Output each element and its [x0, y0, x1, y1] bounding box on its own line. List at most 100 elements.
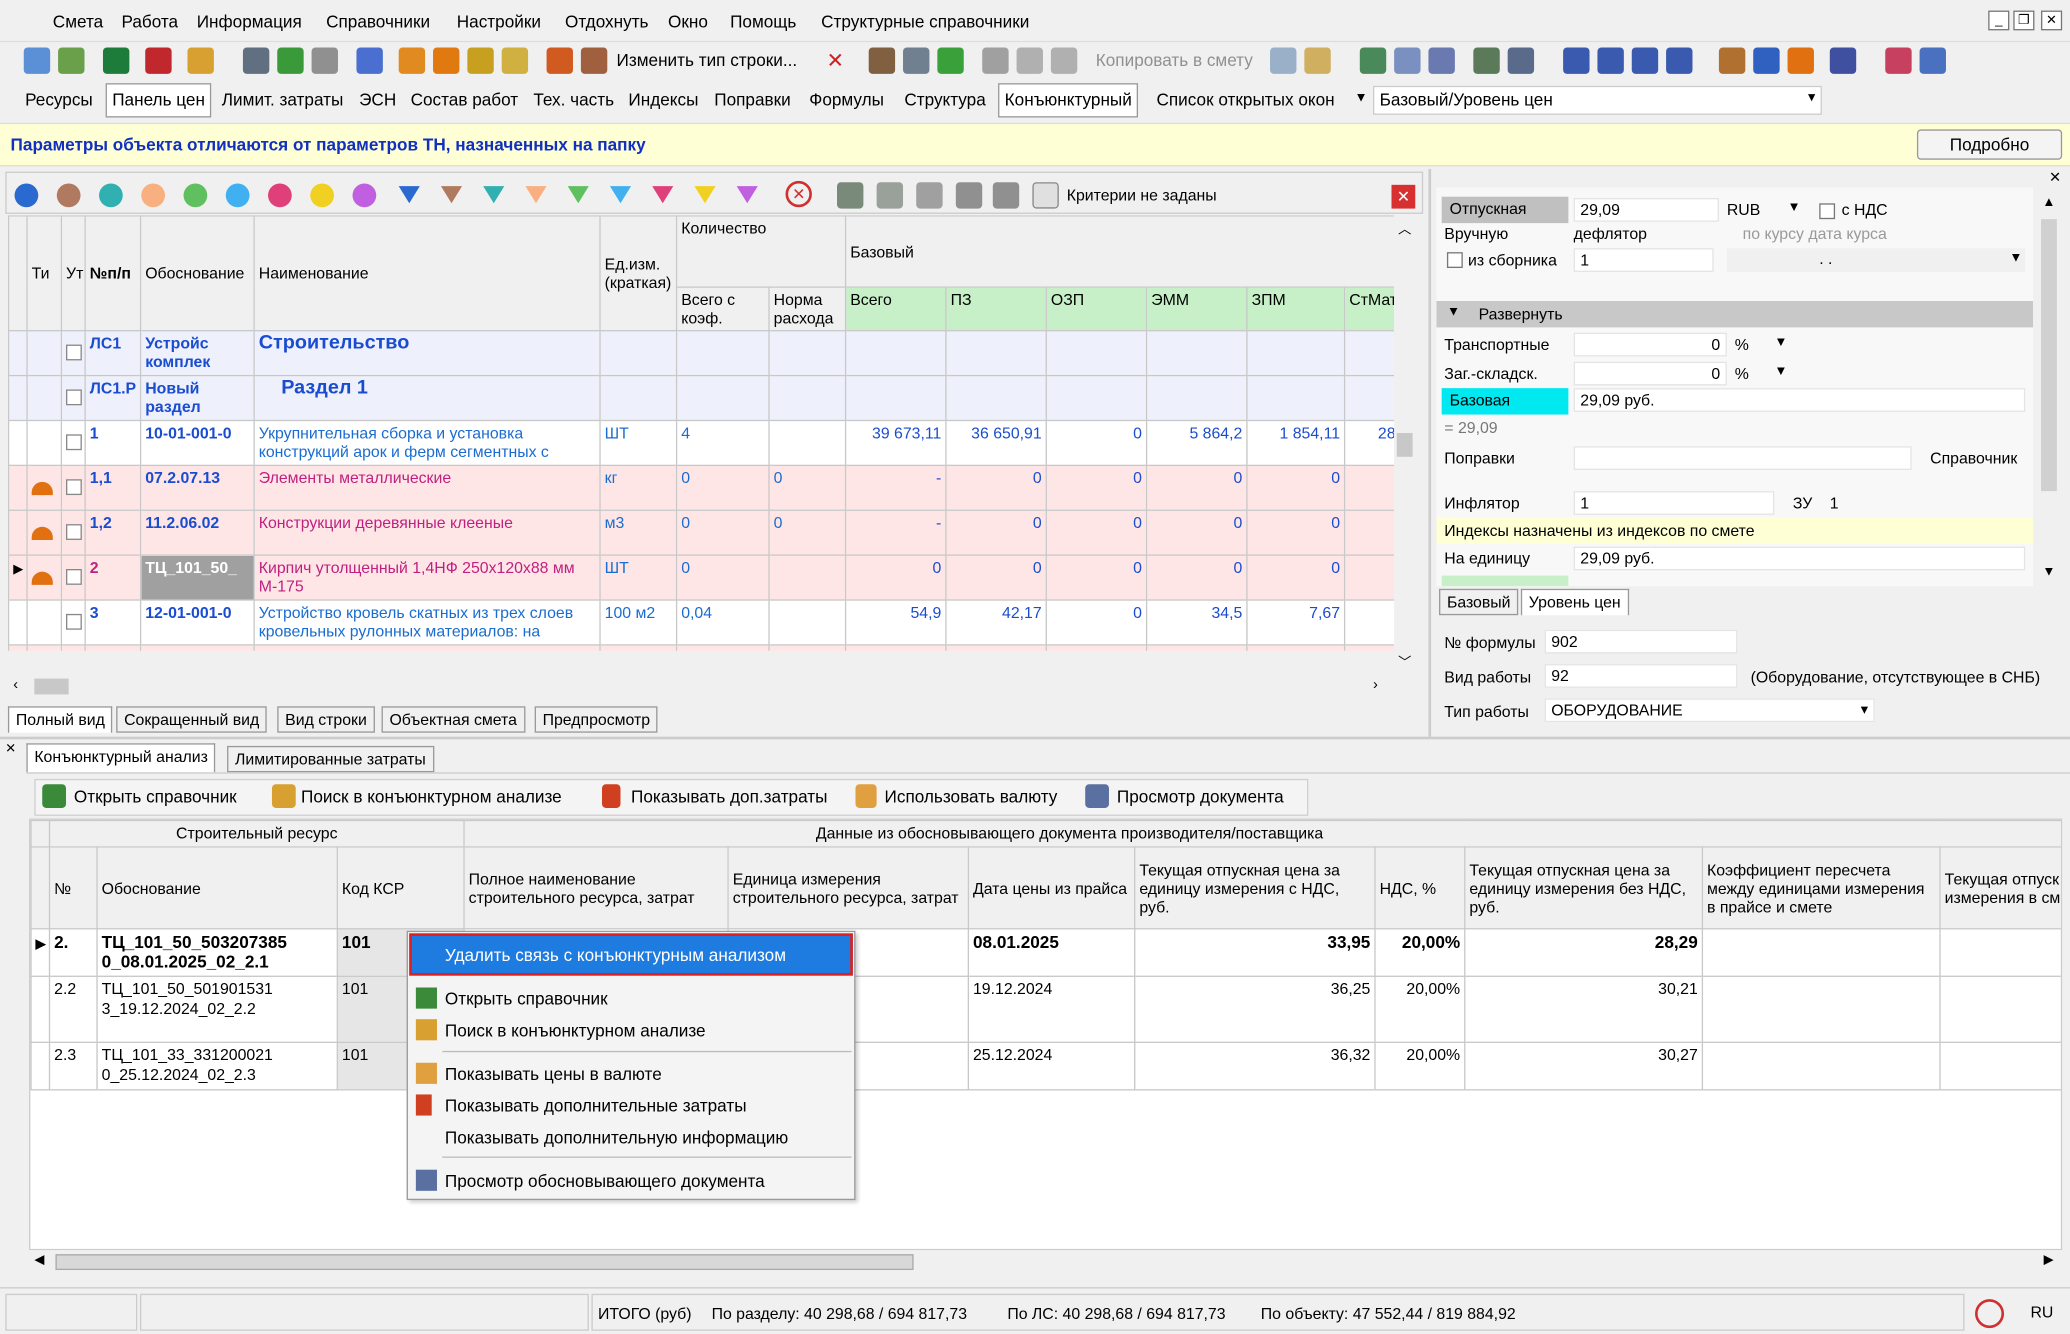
- ka-cell-price-vat[interactable]: 36,32: [1134, 1041, 1376, 1091]
- ka-cell-price[interactable]: 30,27: [1464, 1041, 1704, 1091]
- cell-total[interactable]: [844, 330, 947, 377]
- delete-icon[interactable]: ✕: [826, 48, 844, 74]
- estimate-vscrollbar[interactable]: ︿ ﹀: [1394, 215, 1416, 675]
- tab-object-estimate[interactable]: Объектная смета: [381, 706, 525, 733]
- menu-settings[interactable]: Настройки: [457, 12, 541, 32]
- cell-ut[interactable]: [60, 554, 86, 601]
- ka-cell-current[interactable]: [1939, 975, 2061, 1043]
- cell-zpm[interactable]: 0: [1246, 464, 1346, 511]
- tree-edit-icon[interactable]: [1473, 47, 1500, 74]
- ka-cell-date[interactable]: 08.01.2025: [967, 928, 1136, 977]
- filter-icon[interactable]: [916, 182, 943, 209]
- tree-remove-icon[interactable]: [1507, 47, 1535, 74]
- ka-cell-date[interactable]: 25.12.2024: [967, 1041, 1136, 1091]
- cell-stmat[interactable]: 28 9: [1343, 419, 1395, 467]
- funnel-yellow-icon[interactable]: [694, 186, 716, 204]
- car-icon[interactable]: [1829, 47, 1857, 74]
- use-currency-button[interactable]: Использовать валюту: [885, 787, 1058, 807]
- transport-chevron-icon[interactable]: ▼: [1774, 335, 1787, 350]
- currency-chevron-icon[interactable]: ▼: [1788, 201, 1801, 216]
- row-checkbox[interactable]: [66, 479, 82, 496]
- cell-num[interactable]: 2: [84, 554, 142, 601]
- cell-emm[interactable]: 0: [1145, 554, 1248, 601]
- from-collection-checkbox[interactable]: [1446, 252, 1463, 269]
- close-bottom-icon[interactable]: ✕: [5, 742, 16, 757]
- ka-cell-basis[interactable]: ТЦ_101_33_331200021 0_25.12.2024_02_2.3: [96, 1041, 338, 1091]
- ka-col-vat[interactable]: НДС, %: [1374, 846, 1466, 930]
- row-type2-icon[interactable]: [580, 47, 608, 74]
- paste-icon[interactable]: [1050, 47, 1078, 74]
- menu-window[interactable]: Окно: [668, 12, 708, 32]
- inflator-input[interactable]: 1: [1573, 491, 1775, 515]
- estimate-row[interactable]: ЛС1.Р Новый раздел Раздел 1: [7, 374, 1395, 422]
- cell-ut[interactable]: [60, 644, 86, 651]
- cell-ozp[interactable]: [1045, 330, 1148, 377]
- ka-row[interactable]: ▶ 2. ТЦ_101_50_503207385 0_08.01.2025_02_2.…: [30, 928, 2061, 977]
- tab-price-panel[interactable]: Панель цен: [105, 83, 212, 118]
- cell-pz[interactable]: 0: [945, 554, 1047, 601]
- funnel-green-icon[interactable]: [567, 186, 589, 204]
- ka-cell-coef[interactable]: [1701, 975, 1941, 1043]
- cell-basis[interactable]: Устройс комплек: [139, 330, 255, 377]
- cell-qty[interactable]: 0: [675, 509, 770, 556]
- color-filter-green-icon[interactable]: [183, 183, 208, 208]
- col-pz[interactable]: ПЗ: [945, 286, 1047, 332]
- estimate-hscrollbar[interactable]: ‹ ›: [7, 674, 1395, 699]
- tab-open-windows[interactable]: Список открытых окон: [1156, 90, 1334, 110]
- cell-num[interactable]: 1,1: [84, 464, 142, 511]
- cell-qty[interactable]: 4: [675, 419, 770, 467]
- cell-basis[interactable]: 11.2.06.02: [139, 509, 255, 556]
- ka-col-unit[interactable]: Единица измерения строительного ресурса,…: [727, 846, 970, 930]
- hp-doc-icon[interactable]: [1428, 47, 1455, 74]
- ka-cell-marker[interactable]: ▶: [30, 928, 51, 977]
- expand-section[interactable]: ▼ Развернуть: [1436, 301, 2034, 328]
- row-checkbox[interactable]: [66, 569, 82, 585]
- col-qty-total[interactable]: Всего с коэф.: [675, 286, 770, 332]
- color-filter-peach-icon[interactable]: [141, 183, 166, 208]
- tab-row-view[interactable]: Вид строки: [277, 706, 375, 733]
- row-checkbox[interactable]: [66, 344, 82, 361]
- reference-button[interactable]: Справочник: [1930, 449, 2017, 467]
- zag-percent[interactable]: %: [1735, 364, 1749, 382]
- ka-cell-current[interactable]: [1939, 928, 2061, 977]
- col-ut[interactable]: Ут: [60, 215, 86, 332]
- search-conj-button[interactable]: Поиск в конъюнктурном анализе: [301, 787, 562, 807]
- col-zpm[interactable]: ЗПМ: [1246, 286, 1346, 332]
- cell-ut[interactable]: [60, 464, 86, 511]
- ka-row[interactable]: 2.3 ТЦ_101_33_331200021 0_25.12.2024_02_2.…: [30, 1041, 2061, 1091]
- color-filter-purple-icon[interactable]: [352, 183, 377, 208]
- materials-icon[interactable]: [467, 47, 494, 74]
- cell-unit[interactable]: 100 м2: [599, 599, 678, 646]
- cell-unit[interactable]: [599, 330, 678, 377]
- cell-num[interactable]: 1: [84, 419, 142, 467]
- deflator-label[interactable]: дефлятор: [1574, 224, 1647, 242]
- col-emm[interactable]: ЭММ: [1145, 286, 1248, 332]
- cell-qty[interactable]: [675, 374, 770, 422]
- copy-icon[interactable]: [1016, 47, 1043, 74]
- ka-cell-price-vat[interactable]: 33,95: [1134, 928, 1376, 977]
- col-qty[interactable]: Количество: [675, 215, 847, 288]
- work-kind-input[interactable]: 92: [1544, 664, 1738, 688]
- ka-col-n[interactable]: №: [48, 846, 98, 930]
- cell-ut[interactable]: [60, 509, 86, 556]
- cell-stmat[interactable]: [1343, 644, 1395, 651]
- close-filter-icon[interactable]: ✕: [1391, 184, 1416, 209]
- expand-all-icon[interactable]: [837, 182, 864, 209]
- cell-ti[interactable]: [26, 599, 63, 646]
- close-icon[interactable]: ✕: [2041, 10, 2063, 31]
- cell-emm[interactable]: 34,5: [1145, 599, 1248, 646]
- menu-structural[interactable]: Структурные справочники: [821, 12, 1029, 32]
- cell-unit[interactable]: ШТ: [599, 554, 678, 601]
- ka-cell-price[interactable]: 28,29: [1464, 928, 1704, 977]
- tab-corrections[interactable]: Поправки: [714, 90, 790, 110]
- ka-cell-n[interactable]: 2.: [48, 928, 98, 977]
- ctx-view-document[interactable]: Просмотр обосновывающего документа: [445, 1171, 765, 1191]
- tab-base[interactable]: Базовый: [1439, 588, 1519, 616]
- splitter[interactable]: [0, 736, 2070, 740]
- move-icon[interactable]: [868, 47, 896, 74]
- cell-ut[interactable]: [60, 374, 86, 422]
- cell-num[interactable]: ЛС1: [84, 330, 142, 377]
- menu-info[interactable]: Информация: [197, 12, 302, 32]
- cell-marker[interactable]: [7, 374, 28, 422]
- cell-total[interactable]: [844, 374, 947, 422]
